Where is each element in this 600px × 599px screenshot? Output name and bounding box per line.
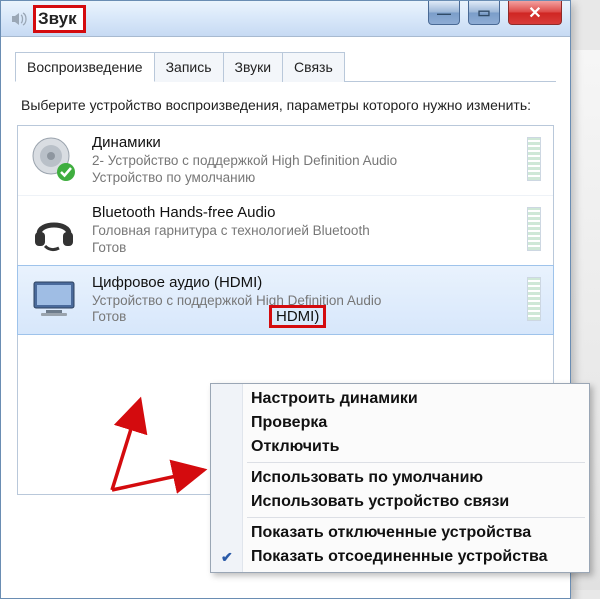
minimize-button[interactable]: —	[428, 1, 460, 25]
device-status: Готов	[92, 240, 515, 255]
tab-recording[interactable]: Запись	[154, 52, 224, 82]
device-row-bluetooth[interactable]: Bluetooth Hands-free Audio Головная гарн…	[18, 196, 553, 266]
check-icon: ✔	[221, 549, 233, 566]
tab-communications[interactable]: Связь	[282, 52, 345, 82]
device-status: Устройство по умолчанию	[92, 170, 515, 185]
level-meter	[527, 137, 541, 181]
monitor-icon	[28, 273, 80, 325]
tab-strip: Воспроизведение Запись Звуки Связь	[15, 51, 556, 82]
cm-separator	[247, 462, 585, 463]
cm-configure-speakers[interactable]: Настроить динамики	[211, 387, 589, 411]
context-menu: Настроить динамики Проверка Отключить Ис…	[210, 383, 590, 573]
titlebar[interactable]: Звук — ▭ ✕	[1, 1, 570, 37]
title-highlight-box: Звук	[33, 5, 86, 33]
window-title: Звук	[38, 9, 77, 28]
cm-separator	[247, 517, 585, 518]
speaker-icon	[28, 133, 80, 185]
device-row-speakers[interactable]: Динамики 2- Устройство с поддержкой High…	[18, 126, 553, 196]
device-name: Цифровое аудио (HDMI)	[92, 274, 515, 291]
device-name: Bluetooth Hands-free Audio	[92, 204, 515, 221]
level-meter	[527, 277, 541, 321]
maximize-button[interactable]: ▭	[468, 1, 500, 25]
cm-set-default[interactable]: Использовать по умолчанию	[211, 466, 589, 490]
close-button[interactable]: ✕	[508, 1, 562, 25]
cm-show-disabled[interactable]: Показать отключенные устройства	[211, 521, 589, 545]
instruction-text: Выберите устройство воспроизведения, пар…	[21, 96, 550, 115]
device-sub: Головная гарнитура с технологией Bluetoo…	[92, 222, 515, 240]
device-name: Динамики	[92, 134, 515, 151]
headset-icon	[28, 203, 80, 255]
tab-sounds[interactable]: Звуки	[223, 52, 284, 82]
device-sub: 2- Устройство с поддержкой High Definiti…	[92, 152, 515, 170]
cm-disable[interactable]: Отключить	[211, 435, 589, 459]
cm-test[interactable]: Проверка	[211, 411, 589, 435]
level-meter	[527, 207, 541, 251]
tab-playback[interactable]: Воспроизведение	[15, 52, 155, 82]
cm-show-disconnected[interactable]: ✔ Показать отсоединенные устройства	[211, 545, 589, 569]
cm-set-comm-device[interactable]: Использовать устройство связи	[211, 490, 589, 514]
annotation-hdmi-box: HDMI)	[269, 305, 326, 328]
volume-icon	[9, 9, 29, 29]
